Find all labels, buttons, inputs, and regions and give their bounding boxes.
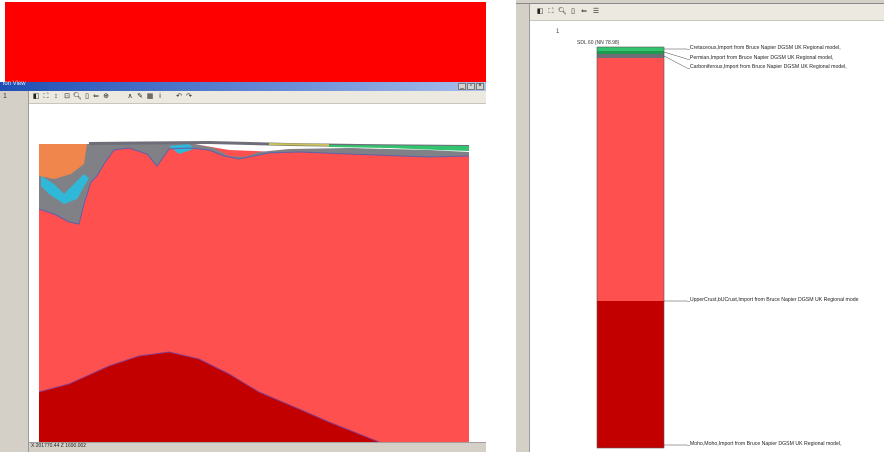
status-bar: X 201770.44 Z 1690.002 (29, 442, 486, 452)
measure-icon[interactable]: ▯ (83, 93, 91, 101)
arrow-right-icon[interactable]: ↷ (185, 93, 193, 101)
zoom-icon[interactable]: 🔍︎ (73, 93, 82, 101)
restore-icon[interactable]: ▫ (467, 83, 475, 90)
layer-label-permian: _Permian,Import from Bruce Napier DGSM U… (687, 55, 834, 61)
well-log-panel: 1 SDL 60 (NN 78.98) _Cretaceous,Import f… (530, 21, 884, 452)
fit-icon[interactable]: ⛶ (547, 8, 555, 16)
select-icon[interactable]: ◧ (32, 93, 40, 101)
grid-icon[interactable]: ▦ (146, 93, 154, 101)
select-icon[interactable]: ◧ (536, 8, 544, 16)
info-icon[interactable]: i (156, 93, 164, 101)
sidebar-marker: 1 (3, 93, 7, 100)
well-column-svg (596, 46, 688, 449)
layers-icon[interactable]: ☰ (592, 8, 600, 16)
layer-label-cretaceous: _Cretaceous,Import from Bruce Napier DGS… (687, 45, 841, 51)
marker-icon[interactable]: ▯ (569, 8, 577, 16)
well-log-toolbar: ◧ ⛶ 🔍︎ ▯ ⇐ ☰ (530, 4, 884, 21)
zoom-icon[interactable]: 🔍︎ (558, 8, 567, 16)
carboniferous-band (597, 54, 664, 58)
red-banner (5, 2, 486, 82)
layer-label-carboniferous: _Carboniferous,Import from Bruce Napier … (687, 64, 847, 70)
layer-label-upper-crust: _UpperCrust,bUCrust,Import from Bruce Na… (687, 297, 859, 303)
cross-section-window: ion View _ ▫ × 1 ◧ ⛶ ↕ ⊡ 🔍︎ ▯ ⇐ ⊕ ∧ ✎ ▦ … (0, 81, 486, 452)
window-title: ion View (3, 81, 26, 87)
well-log-window: ◧ ⛶ 🔍︎ ▯ ⇐ ☰ 1 SDL 60 (NN 78.98) _Cretac… (516, 0, 884, 452)
cretaceous-band (597, 47, 664, 51)
back-icon[interactable]: ⇐ (92, 93, 100, 101)
cross-section-svg (38, 141, 470, 443)
fit-icon[interactable]: ⛶ (42, 93, 50, 101)
arrow-left-icon[interactable]: ↶ (175, 93, 183, 101)
minimize-icon[interactable]: _ (458, 83, 466, 90)
edit-icon[interactable]: ✎ (136, 93, 144, 101)
left-sidebar: 1 (0, 91, 29, 452)
window-titlebar[interactable]: ion View _ ▫ × (0, 81, 486, 91)
pan-icon[interactable]: ↕ (52, 93, 60, 101)
close-icon[interactable]: × (476, 83, 484, 90)
back-icon[interactable]: ⇐ (580, 8, 588, 16)
zoom-in-icon[interactable]: ⊕ (102, 93, 110, 101)
line-icon[interactable]: ∧ (126, 93, 134, 101)
moho-band (597, 301, 664, 448)
zoom-box-icon[interactable]: ⊡ (63, 93, 71, 101)
permian-band (597, 51, 664, 54)
window-controls: _ ▫ × (458, 83, 484, 90)
cursor-coordinates: X 201770.44 Z 1690.002 (31, 443, 87, 449)
cross-section-toolbar: ◧ ⛶ ↕ ⊡ 🔍︎ ▯ ⇐ ⊕ ∧ ✎ ▦ i ↶ ↷ (29, 91, 486, 104)
layer-label-moho: _Moho,Moho,Import from Bruce Napier DGSM… (687, 441, 842, 447)
upper-crust-band (597, 58, 664, 301)
right-sidebar (516, 4, 530, 452)
cross-section-canvas[interactable] (29, 104, 486, 443)
